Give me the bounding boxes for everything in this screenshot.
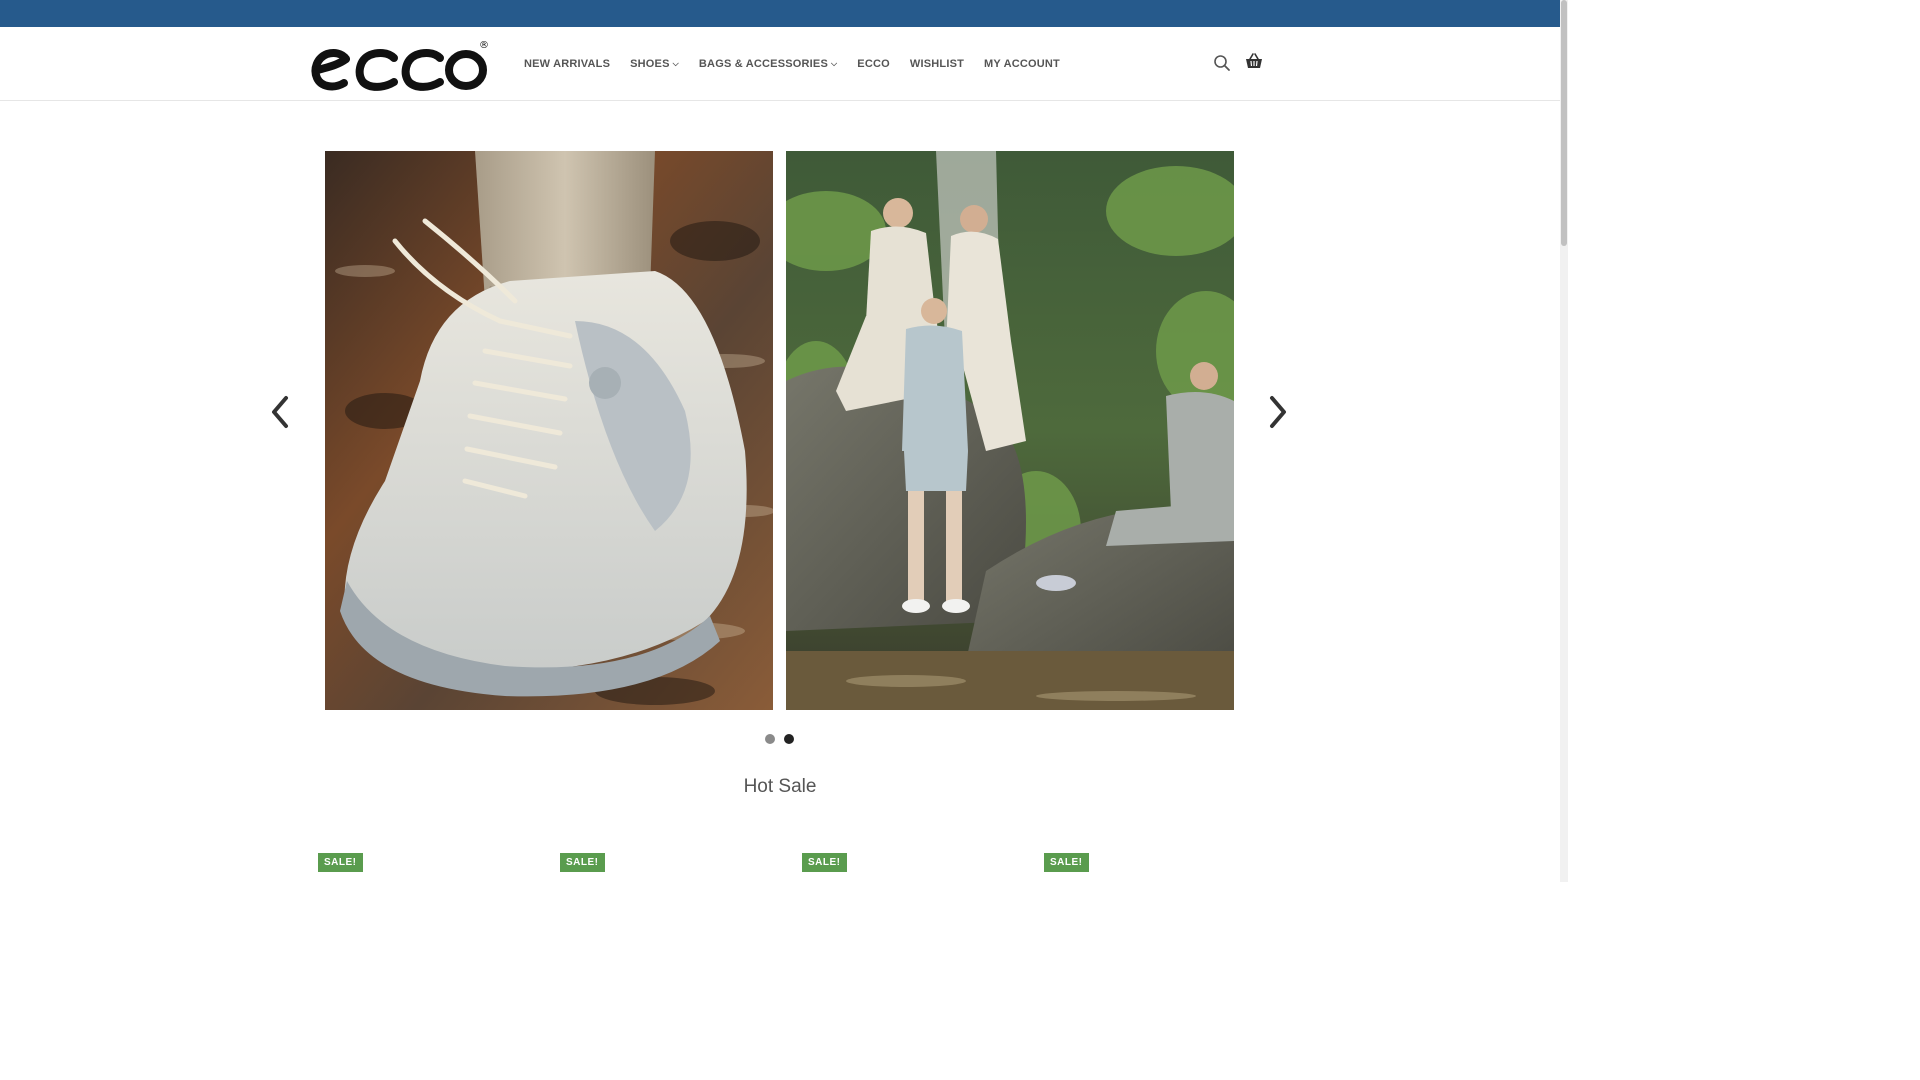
nav-shoes[interactable]: SHOES ⌵ [620, 58, 689, 70]
nav-label: MY ACCOUNT [984, 57, 1060, 70]
slide-shoe-in-water[interactable] [325, 151, 773, 710]
sale-badge: SALE! [560, 853, 605, 872]
nav-new-arrivals[interactable]: NEW ARRIVALS [514, 58, 620, 70]
slider-dot-1[interactable] [765, 734, 775, 744]
slider-prev-arrow[interactable] [268, 394, 292, 430]
top-announcement-bar [0, 0, 1568, 27]
scrollbar-thumb[interactable] [1561, 0, 1567, 246]
chevron-down-icon: ⌵ [672, 58, 679, 68]
hot-sale-title: Hot Sale [743, 776, 817, 797]
slider-dots [765, 734, 794, 744]
basket-icon[interactable] [1244, 51, 1264, 71]
nav-label: NEW ARRIVALS [524, 57, 611, 70]
chevron-down-icon: ⌵ [831, 58, 838, 68]
nav-label: ECCO [857, 57, 890, 70]
main-nav: NEW ARRIVALS SHOES ⌵ BAGS & ACCESSORIES … [514, 27, 1070, 100]
search-icon[interactable] [1212, 53, 1232, 73]
nav-label: BAGS & ACCESSORIES [698, 57, 829, 70]
slider-dot-2[interactable] [784, 734, 794, 744]
sale-badge: SALE! [1044, 853, 1089, 872]
nav-ecco[interactable]: ECCO [847, 58, 900, 70]
nav-my-account[interactable]: MY ACCOUNT [974, 58, 1070, 70]
ecco-logo[interactable]: ® [308, 37, 492, 93]
slider-next-arrow[interactable] [1266, 394, 1290, 430]
sale-badge: SALE! [802, 853, 847, 872]
site-header: ® NEW ARRIVALS SHOES ⌵ BAGS & ACCESSORIE… [0, 27, 1560, 101]
nav-label: WISHLIST [909, 57, 965, 70]
slide-group-by-waterfall[interactable] [786, 151, 1234, 710]
nav-label: SHOES [630, 57, 670, 70]
nav-bags-accessories[interactable]: BAGS & ACCESSORIES ⌵ [689, 58, 847, 70]
sale-badge: SALE! [318, 853, 363, 872]
nav-wishlist[interactable]: WISHLIST [900, 58, 974, 70]
svg-text:®: ® [479, 40, 489, 51]
